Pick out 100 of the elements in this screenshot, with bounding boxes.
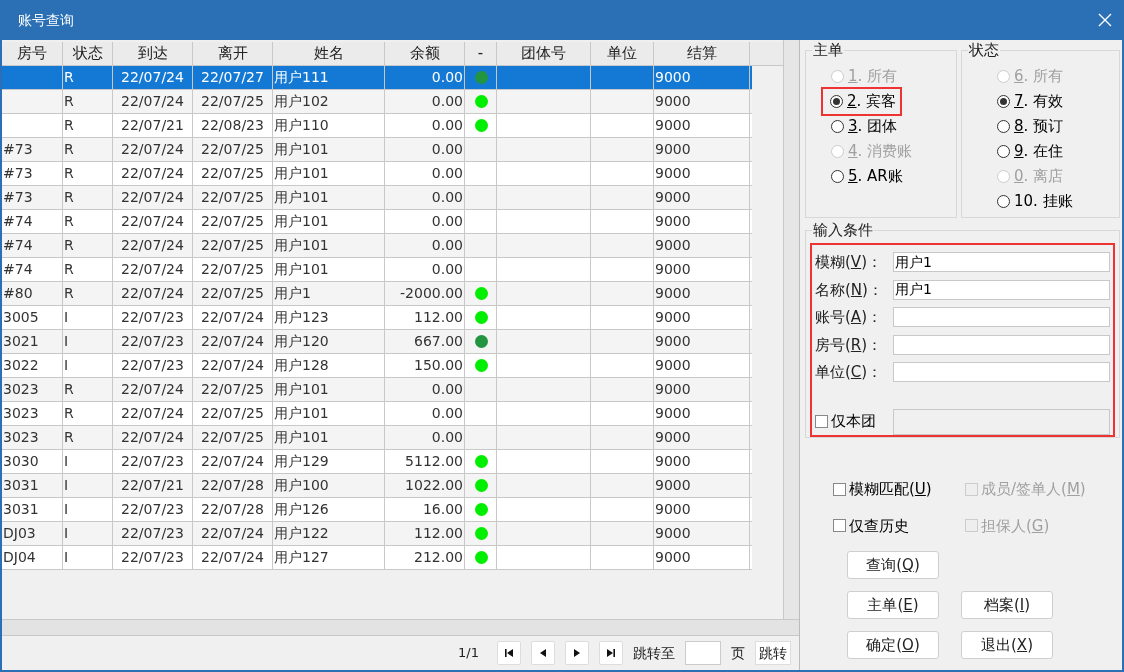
- table-row[interactable]: #74 R 22/07/24 22/07/25 用户101 0.00 9000: [2, 210, 752, 234]
- table-cell-text: 用户101: [274, 212, 329, 231]
- column-header[interactable]: 到达: [113, 42, 193, 65]
- table-cell-text: R: [64, 236, 74, 255]
- column-header[interactable]: 余额: [385, 42, 465, 65]
- table-cell-text: 9000: [655, 452, 691, 471]
- table-cell-text: 用户101: [274, 140, 329, 159]
- column-header[interactable]: 状态: [63, 42, 113, 65]
- first-page-button[interactable]: [497, 641, 521, 665]
- table-row[interactable]: #73 R 22/07/24 22/07/25 用户101 0.00 9000: [2, 186, 752, 210]
- column-header[interactable]: -: [465, 42, 497, 65]
- column-header[interactable]: 单位: [591, 42, 654, 65]
- input-field[interactable]: [893, 334, 1110, 355]
- table-row[interactable]: 3005 I 22/07/23 22/07/24 用户123 112.00 9000: [2, 306, 752, 330]
- group-title: 状态: [968, 40, 1000, 60]
- column-header[interactable]: 团体号: [497, 42, 591, 65]
- table-cell-text: 用户126: [274, 500, 329, 519]
- table-row[interactable]: 3023 R 22/07/24 22/07/25 用户101 0.00 9000: [2, 378, 752, 402]
- table-cell-text: R: [64, 284, 74, 303]
- table-row[interactable]: 3023 R 22/07/24 22/07/25 用户101 0.00 9000: [2, 426, 752, 450]
- input-field[interactable]: 用户1: [893, 252, 1110, 273]
- action-button[interactable]: 查询(Q): [847, 551, 939, 579]
- table-row[interactable]: R 22/07/21 22/08/23 用户110 0.00 9000: [2, 114, 752, 138]
- input-field[interactable]: [893, 307, 1110, 328]
- action-button[interactable]: 退出(X): [961, 631, 1053, 659]
- table-cell-text: 9000: [655, 188, 691, 207]
- table-cell-text: 112.00: [414, 524, 463, 543]
- close-icon[interactable]: [1098, 13, 1112, 27]
- table-row[interactable]: #80 R 22/07/24 22/07/25 用户1 -2000.00 9000: [2, 282, 752, 306]
- previous-page-button[interactable]: [531, 641, 555, 665]
- radio-button[interactable]: [830, 95, 843, 108]
- last-page-button[interactable]: [599, 641, 623, 665]
- column-header[interactable]: 结算: [654, 42, 750, 65]
- input-field[interactable]: 用户1: [893, 279, 1110, 300]
- table-row[interactable]: 3023 R 22/07/24 22/07/25 用户101 0.00 9000: [2, 402, 752, 426]
- action-button[interactable]: 主单(E): [847, 591, 939, 619]
- table-cell-text: 22/07/24: [121, 92, 184, 111]
- radio-button[interactable]: [997, 195, 1010, 208]
- table-cell-text: I: [64, 308, 69, 327]
- table-row[interactable]: #74 R 22/07/24 22/07/25 用户101 0.00 9000: [2, 234, 752, 258]
- radio-label: 3. 团体: [848, 116, 898, 138]
- table-row[interactable]: 3030 I 22/07/23 22/07/24 用户129 5112.00 9000: [2, 450, 752, 474]
- table-row[interactable]: 3021 I 22/07/23 22/07/24 用户120 667.00 9000: [2, 330, 752, 354]
- table-cell-text: 22/07/27: [201, 68, 264, 87]
- table-cell-text: 22/07/24: [121, 404, 184, 423]
- column-header[interactable]: 房号: [2, 42, 63, 65]
- action-button[interactable]: 档案(I): [961, 591, 1053, 619]
- field-label: 模糊(V)：: [815, 252, 883, 273]
- checkbox[interactable]: [815, 415, 828, 428]
- checkbox[interactable]: [833, 519, 846, 533]
- table-cell-text: 22/07/25: [201, 404, 264, 423]
- table-row[interactable]: #74 R 22/07/24 22/07/25 用户101 0.00 9000: [2, 258, 752, 282]
- table-cell-text: 22/07/25: [201, 284, 264, 303]
- table-cell-text: 22/07/25: [201, 212, 264, 231]
- table-row[interactable]: R 22/07/24 22/07/25 用户102 0.00 9000: [2, 90, 752, 114]
- table-cell-text: 22/07/24: [121, 284, 184, 303]
- input-field[interactable]: [893, 362, 1110, 383]
- checkbox[interactable]: [833, 482, 846, 496]
- table-cell-text: 0.00: [431, 188, 463, 207]
- action-button[interactable]: 确定(O): [847, 631, 939, 659]
- next-page-button[interactable]: [565, 641, 589, 665]
- table-row[interactable]: DJ03 I 22/07/23 22/07/24 用户122 112.00 9000: [2, 522, 752, 546]
- radio-button[interactable]: [997, 145, 1010, 158]
- radio-button[interactable]: [997, 95, 1010, 108]
- field-label: 账号(A)：: [815, 307, 883, 328]
- table-cell-text: 0.00: [431, 260, 463, 279]
- table-row[interactable]: R 22/07/24 22/07/27 用户111 0.00 9000: [2, 66, 752, 90]
- table-cell-text: 9000: [655, 164, 691, 183]
- table-row[interactable]: #73 R 22/07/24 22/07/25 用户101 0.00 9000: [2, 138, 752, 162]
- page-unit: 页: [731, 643, 745, 663]
- table-cell-text: 9000: [655, 92, 691, 111]
- table-cell-text: 9000: [655, 116, 691, 135]
- table-cell-text: 3030: [3, 452, 39, 471]
- table-cell-text: 3023: [3, 404, 39, 423]
- radio-label: 6. 所有: [1014, 66, 1064, 88]
- radio-label: 8. 预订: [1014, 116, 1064, 138]
- goto-button[interactable]: 跳转: [755, 641, 791, 665]
- table-cell-text: 0.00: [431, 164, 463, 183]
- table-cell-text: 22/08/23: [201, 116, 264, 135]
- table-row[interactable]: #73 R 22/07/24 22/07/25 用户101 0.00 9000: [2, 162, 752, 186]
- column-header[interactable]: 离开: [193, 42, 273, 65]
- table-cell-text: DJ04: [3, 548, 36, 567]
- table-cell-text: 用户120: [274, 332, 329, 351]
- vertical-scrollbar[interactable]: [783, 40, 799, 619]
- column-header[interactable]: 姓名: [273, 42, 385, 65]
- radio-button[interactable]: [831, 120, 844, 133]
- table-row[interactable]: 3031 I 22/07/21 22/07/28 用户100 1022.00 9000: [2, 474, 752, 498]
- radio-label: 10. 挂账: [1014, 191, 1073, 213]
- table-cell-text: 22/07/23: [121, 356, 184, 375]
- right-triangle-icon: [572, 648, 582, 658]
- table-row[interactable]: DJ04 I 22/07/23 22/07/24 用户127 212.00 9000: [2, 546, 752, 570]
- table-row[interactable]: 3022 I 22/07/23 22/07/24 用户128 150.00 9000: [2, 354, 752, 378]
- table-cell-text: 9000: [655, 404, 691, 423]
- horizontal-scrollbar[interactable]: [2, 619, 799, 636]
- table-cell-text: 22/07/23: [121, 452, 184, 471]
- table-row[interactable]: 3031 I 22/07/23 22/07/28 用户126 16.00 9000: [2, 498, 752, 522]
- radio-button[interactable]: [831, 170, 844, 183]
- radio-label: 4. 消费账: [848, 141, 913, 163]
- radio-button[interactable]: [997, 120, 1010, 133]
- page-input[interactable]: [685, 641, 721, 665]
